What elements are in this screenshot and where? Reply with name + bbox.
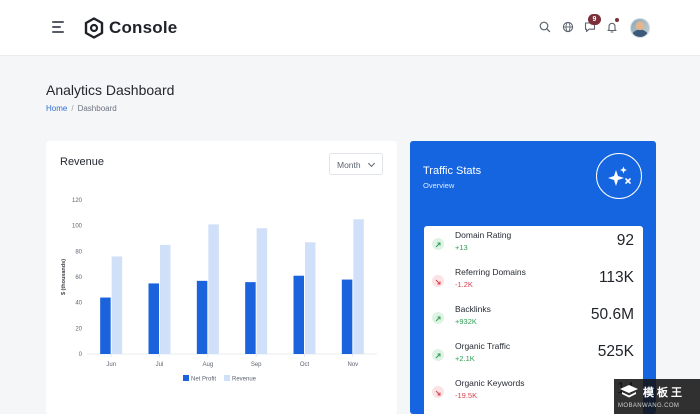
stat-delta: -1.2K [455, 280, 473, 289]
bar-net-profit [148, 283, 159, 354]
legend-label: Revenue [232, 377, 257, 383]
stat-name: Referring Domains [455, 267, 526, 277]
search-icon[interactable] [538, 20, 552, 34]
x-tick-label: Jul [156, 362, 164, 368]
trend-up-icon [432, 312, 444, 324]
x-tick-label: Nov [347, 362, 358, 368]
trend-down-icon [432, 275, 444, 287]
bell-icon[interactable] [605, 20, 619, 34]
traffic-icon-ring [596, 153, 642, 199]
notification-badge: 9 [588, 14, 601, 25]
stats-list: Domain Rating +13 92 Referring Domains -… [424, 226, 643, 414]
watermark-subtitle: MOBANWANG.COM [618, 403, 680, 409]
y-tick-label: 80 [75, 249, 82, 255]
y-tick-label: 120 [72, 198, 83, 204]
alert-dot [615, 18, 619, 22]
bar-revenue [256, 228, 268, 354]
stat-name: Backlinks [455, 304, 491, 314]
bar-revenue [208, 224, 219, 354]
legend-swatch [183, 375, 189, 381]
avatar[interactable] [630, 18, 650, 38]
trend-up-icon [432, 349, 444, 361]
bar-net-profit [100, 297, 111, 354]
stat-value: 525K [597, 343, 634, 360]
y-tick-label: 60 [75, 275, 82, 281]
stat-row-referring-domains[interactable]: Referring Domains -1.2K 113K [424, 263, 643, 300]
revenue-chart: 0 20 40 60 80 100 120 $ (thousands) Jun Jul Aug Sep… [61, 198, 377, 383]
stat-delta: +13 [455, 243, 468, 252]
watermark-logo-icon [620, 385, 638, 398]
stat-name: Organic Keywords [455, 378, 525, 388]
menu-icon[interactable] [52, 21, 68, 35]
bar-revenue [160, 244, 171, 354]
traffic-stats-card: Traffic Stats Overview Domain Rating +13… [410, 141, 656, 414]
y-tick-label: 100 [72, 224, 83, 230]
brand[interactable]: Console [84, 16, 177, 40]
bar-net-profit [196, 280, 208, 354]
page-title: Analytics Dashboard [46, 82, 175, 98]
bar-net-profit [341, 279, 353, 354]
bar-revenue [111, 256, 123, 354]
legend-swatch [224, 375, 230, 381]
stat-row-organic-keywords[interactable]: Organic Keywords -19.5K 14 [424, 374, 643, 411]
stat-value: 92 [616, 232, 634, 249]
bar-revenue [353, 219, 364, 354]
traffic-title: Traffic Stats [423, 165, 482, 177]
watermark-title: 模板王 [643, 387, 685, 399]
sparkle-icon [607, 166, 631, 186]
breadcrumb-home-link[interactable]: Home [46, 104, 67, 113]
stat-row-organic-traffic[interactable]: Organic Traffic +2.1K 525K [424, 337, 643, 374]
brand-name: Console [109, 18, 178, 37]
bar-revenue [305, 242, 316, 354]
x-tick-label: Jun [106, 362, 116, 368]
console-logo-icon [84, 17, 104, 39]
revenue-card: Revenue Month 0 20 40 60 80 100 120 $ (thousand… [46, 141, 397, 414]
globe-icon[interactable] [561, 20, 575, 34]
breadcrumb-separator: / [71, 104, 74, 113]
stat-delta: +932K [455, 317, 477, 326]
breadcrumb-current: Dashboard [77, 104, 117, 113]
x-tick-label: Oct [300, 362, 310, 368]
breadcrumb: Home / Dashboard [46, 104, 117, 113]
top-navbar: Console 9 [0, 0, 700, 56]
stat-name: Domain Rating [455, 230, 512, 240]
stat-name: Organic Traffic [455, 341, 511, 351]
stat-row-backlinks[interactable]: Backlinks +932K 50.6M [424, 300, 643, 337]
stat-delta: -19.5K [455, 391, 478, 400]
stat-delta: +2.1K [455, 354, 475, 363]
trend-up-icon [432, 238, 444, 250]
y-tick-label: 40 [75, 301, 82, 307]
stat-value: 50.6M [590, 306, 634, 323]
x-tick-label: Aug [202, 362, 213, 368]
bar-net-profit [293, 275, 304, 354]
stat-row-domain-rating[interactable]: Domain Rating +13 92 [424, 226, 643, 263]
y-tick-label: 0 [79, 352, 83, 358]
y-tick-label: 20 [75, 326, 82, 332]
legend-label: Net Profit [191, 377, 216, 383]
y-axis-label: $ (thousands) [61, 259, 67, 295]
watermark: 模板王 MOBANWANG.COM [614, 379, 700, 414]
bar-net-profit [245, 282, 256, 354]
traffic-subtitle: Overview [423, 181, 455, 190]
trend-down-icon [432, 386, 444, 398]
x-tick-label: Sep [251, 362, 262, 368]
stat-value: 113K [598, 269, 634, 286]
